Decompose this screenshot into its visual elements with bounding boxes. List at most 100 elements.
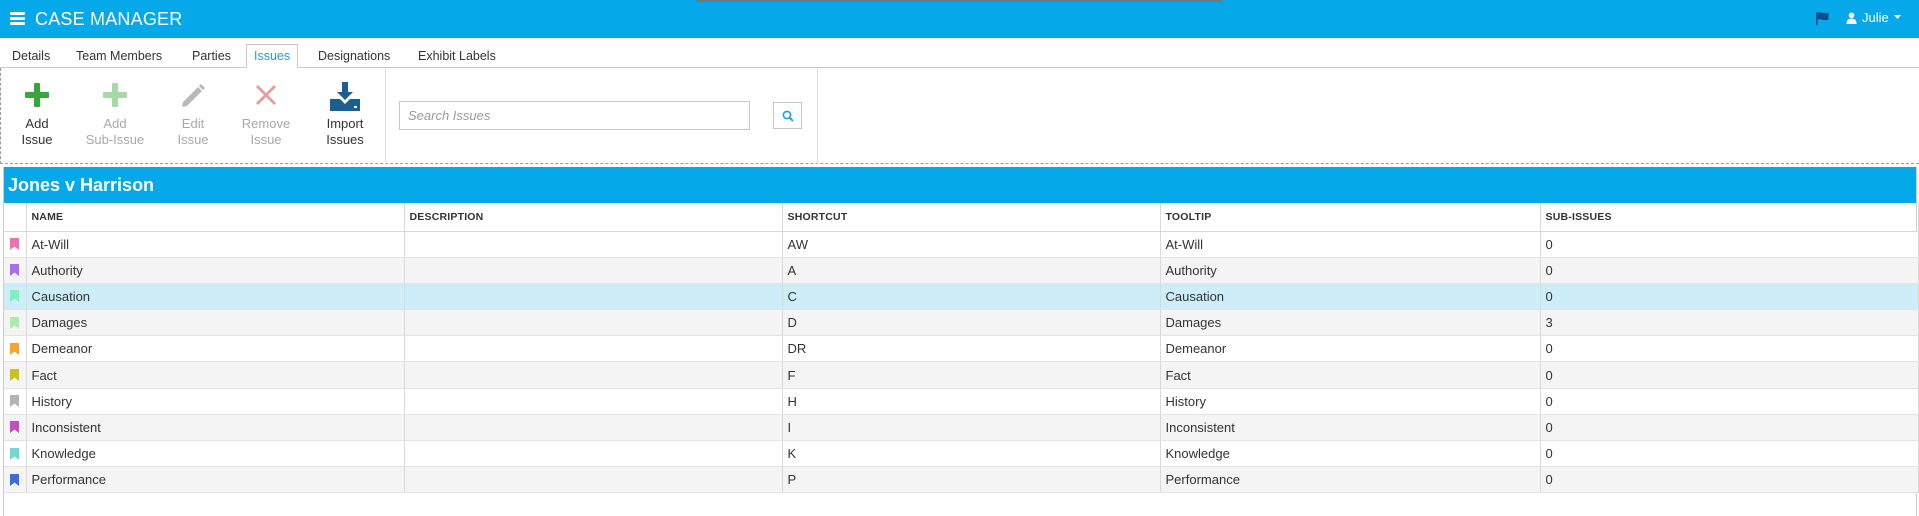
remove-issue-button[interactable]: Remove Issue	[231, 82, 301, 148]
table-row[interactable]: History H History 0	[4, 388, 1919, 415]
table-row[interactable]: Demeanor DR Demeanor 0	[4, 335, 1919, 363]
cell-description	[404, 361, 783, 389]
table-row[interactable]: Authority A Authority 0	[4, 257, 1919, 284]
search-group	[386, 68, 818, 164]
cell-name: Inconsistent	[26, 414, 405, 442]
table-header-row: NAME DESCRIPTION SHORTCUT TOOLTIP SUB-IS…	[4, 203, 1919, 232]
cell-shortcut: D	[782, 309, 1161, 337]
edit-issue-label-1: Edit	[181, 116, 205, 131]
bookmark-icon	[10, 238, 19, 251]
bookmark-icon	[10, 395, 19, 408]
user-name: Julie	[1862, 10, 1889, 25]
cell-shortcut: K	[782, 440, 1161, 468]
cell-tooltip: Knowledge	[1160, 440, 1541, 468]
cell-tooltip: Authority	[1160, 257, 1541, 284]
table-row[interactable]: Causation C Causation 0	[4, 283, 1919, 311]
cell-name: Fact	[26, 361, 405, 389]
issue-color-cell	[4, 257, 27, 284]
cell-description	[404, 466, 783, 494]
cell-description	[404, 440, 783, 468]
user-icon	[1846, 12, 1857, 24]
user-menu[interactable]: Julie	[1846, 10, 1901, 25]
cell-sub-issues: 3	[1540, 309, 1919, 337]
search-button[interactable]	[773, 102, 802, 129]
bookmark-icon	[10, 447, 19, 460]
bookmark-icon	[10, 473, 19, 486]
hamburger-menu-icon[interactable]	[10, 12, 25, 25]
tab-team-members[interactable]: Team Members	[69, 44, 169, 68]
cell-tooltip: Performance	[1160, 466, 1541, 494]
cell-tooltip: History	[1160, 388, 1541, 415]
issue-color-cell	[4, 414, 27, 442]
cell-sub-issues: 0	[1540, 335, 1919, 363]
cell-tooltip: Damages	[1160, 309, 1541, 337]
tab-exhibit-labels[interactable]: Exhibit Labels	[411, 44, 503, 68]
table-row[interactable]: Inconsistent I Inconsistent 0	[4, 414, 1919, 442]
bookmark-icon	[10, 369, 19, 382]
edit-issue-label-2: Issue	[177, 132, 209, 147]
cell-tooltip: Inconsistent	[1160, 414, 1541, 442]
cell-description	[404, 335, 783, 363]
column-header-description[interactable]: DESCRIPTION	[404, 203, 783, 232]
column-header-tooltip[interactable]: TOOLTIP	[1160, 203, 1541, 232]
add-sub-issue-button[interactable]: Add Sub-Issue	[80, 82, 150, 148]
issue-color-cell	[4, 283, 27, 311]
x-icon	[256, 85, 276, 105]
column-header-sub-issues[interactable]: SUB-ISSUES	[1540, 203, 1919, 232]
cell-sub-issues: 0	[1540, 231, 1919, 258]
table-row[interactable]: Fact F Fact 0	[4, 361, 1919, 389]
cell-shortcut: DR	[782, 335, 1161, 363]
import-issues-button[interactable]: Import Issues	[310, 82, 380, 148]
cell-shortcut: H	[782, 388, 1161, 415]
tab-designations[interactable]: Designations	[311, 44, 397, 68]
issue-color-cell	[4, 440, 27, 468]
cell-shortcut: F	[782, 361, 1161, 389]
issue-color-cell	[4, 231, 27, 258]
flag-icon[interactable]	[1815, 11, 1830, 26]
cell-description	[404, 414, 783, 442]
issue-color-cell	[4, 466, 27, 494]
case-title: Jones v Harrison	[4, 167, 1916, 203]
issue-color-cell	[4, 309, 27, 337]
tab-parties[interactable]: Parties	[185, 44, 238, 68]
cell-sub-issues: 0	[1540, 466, 1919, 494]
column-header-shortcut[interactable]: SHORTCUT	[782, 203, 1161, 232]
pencil-icon	[182, 84, 205, 107]
plus-icon	[103, 83, 127, 107]
cell-description	[404, 231, 783, 258]
search-input[interactable]	[399, 101, 750, 130]
toolbar: Add Issue Add Sub-Issue Edit Issue Remov…	[0, 68, 1919, 164]
top-bar: CASE MANAGER Julie	[0, 0, 1919, 38]
table-row[interactable]: Knowledge K Knowledge 0	[4, 440, 1919, 468]
table-row[interactable]: At-Will AW At-Will 0	[4, 231, 1919, 258]
table-row[interactable]: Damages D Damages 3	[4, 309, 1919, 337]
import-issues-label-2: Issues	[326, 132, 364, 147]
caret-down-icon	[1893, 15, 1901, 19]
cell-description	[404, 257, 783, 284]
tab-issues[interactable]: Issues	[246, 44, 299, 69]
cell-sub-issues: 0	[1540, 388, 1919, 415]
cell-name: Damages	[26, 309, 405, 337]
tab-details[interactable]: Details	[5, 44, 57, 68]
bookmark-icon	[10, 316, 19, 329]
remove-issue-label-2: Issue	[250, 132, 282, 147]
add-issue-label-2: Issue	[21, 132, 53, 147]
cell-sub-issues: 0	[1540, 361, 1919, 389]
app-title: CASE MANAGER	[35, 9, 183, 29]
edit-issue-button[interactable]: Edit Issue	[158, 82, 228, 148]
add-issue-button[interactable]: Add Issue	[2, 82, 72, 148]
cell-name: Knowledge	[26, 440, 405, 468]
cell-sub-issues: 0	[1540, 414, 1919, 442]
download-icon	[330, 82, 360, 111]
color-column-header	[4, 203, 27, 232]
issues-table: NAME DESCRIPTION SHORTCUT TOOLTIP SUB-IS…	[4, 203, 1919, 494]
table-row[interactable]: Performance P Performance 0	[4, 466, 1919, 494]
cell-sub-issues: 0	[1540, 257, 1919, 284]
cell-tooltip: Causation	[1160, 283, 1541, 311]
cell-shortcut: AW	[782, 231, 1161, 258]
cell-description	[404, 309, 783, 337]
cell-name: History	[26, 388, 405, 415]
column-header-name[interactable]: NAME	[26, 203, 405, 232]
top-handle	[696, 0, 1223, 2]
cell-shortcut: A	[782, 257, 1161, 284]
